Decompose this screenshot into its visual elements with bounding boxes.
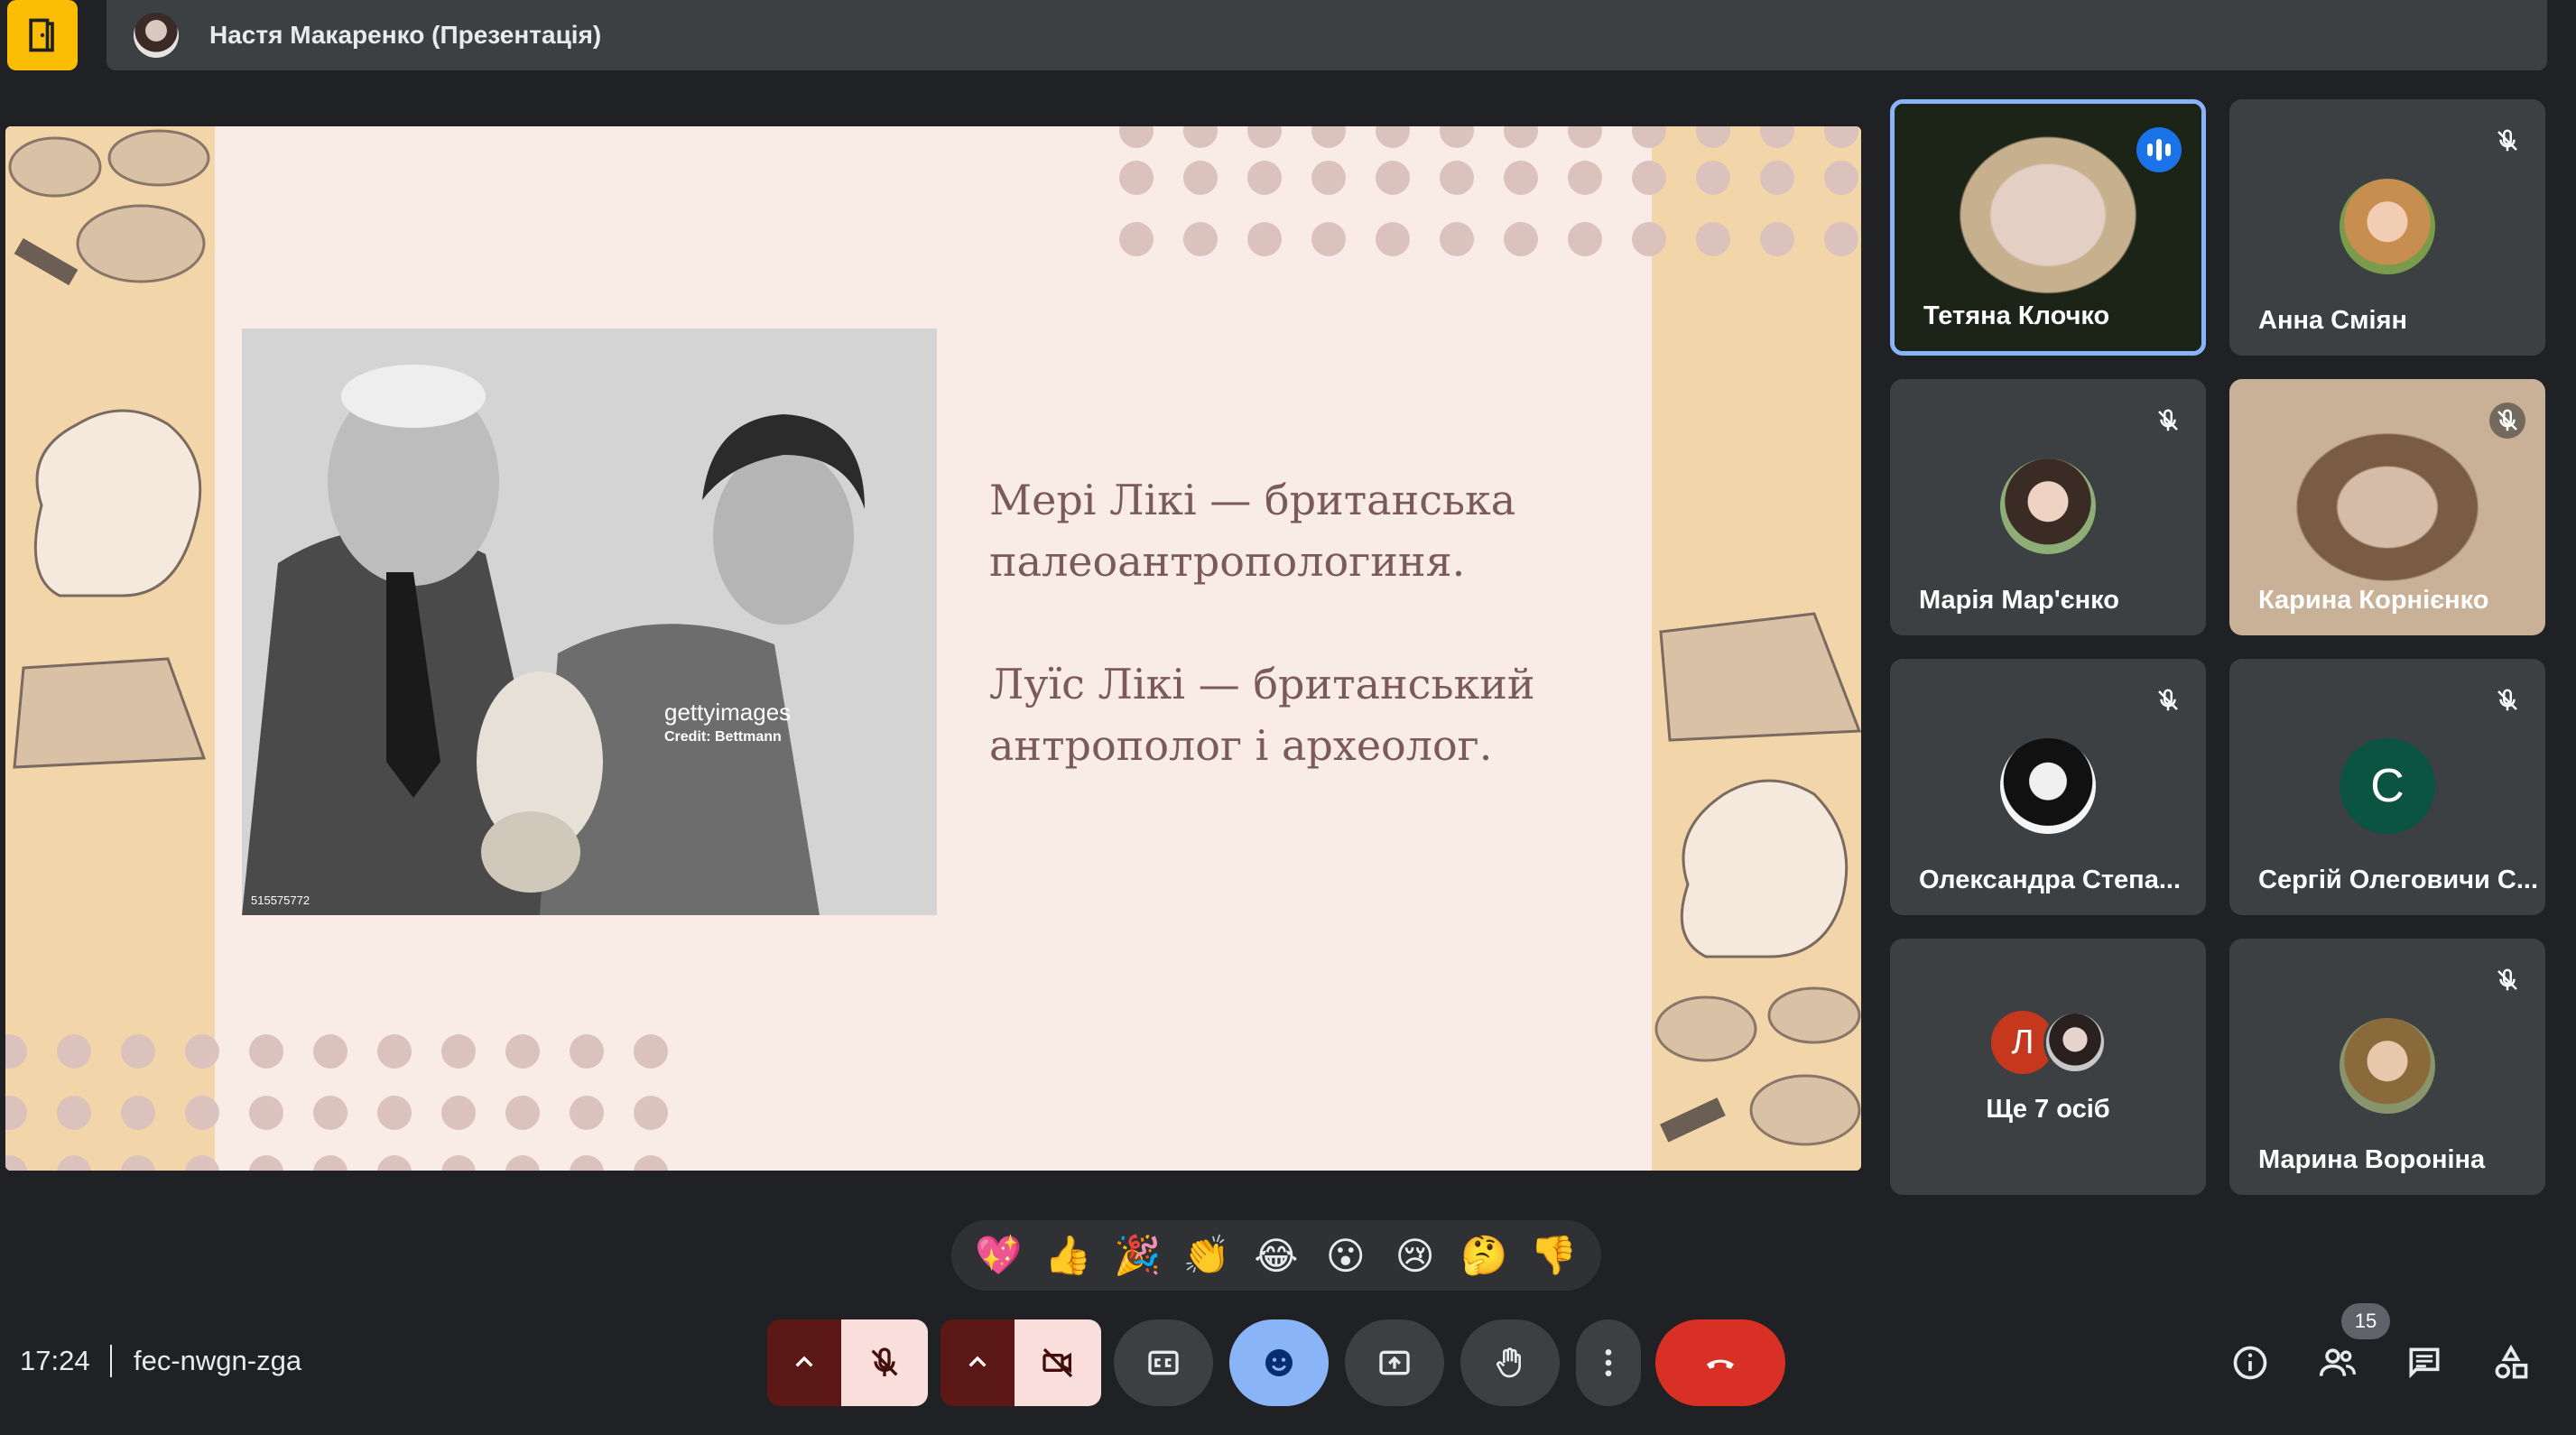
participant-tile[interactable]: Олександра Степа... (1890, 659, 2206, 915)
slide-paragraph: Мері Лікі — британська палеоантропологин… (989, 476, 1516, 586)
reaction-sad-icon[interactable]: 😢 (1384, 1234, 1447, 1278)
mic-off-icon (2489, 962, 2525, 998)
reactions-bar: 💖 👍 🎉 👏 😂 😮 😢 🤔 👎 (951, 1220, 1601, 1291)
chevron-up-icon (968, 1356, 987, 1367)
participant-tile[interactable]: С Сергій Олеговичи С... (2229, 659, 2545, 915)
camera-toggle-button[interactable] (1015, 1319, 1101, 1406)
meeting-time: 17:24 (20, 1345, 90, 1376)
fossil-illustrations-left (8, 129, 210, 769)
participant-name: Ще 7 осіб (1986, 1095, 2110, 1124)
emoji-icon (1265, 1349, 1293, 1376)
door-icon (29, 18, 54, 52)
activities-button[interactable] (2489, 1341, 2533, 1384)
participant-name: Олександра Степа... (1919, 866, 2181, 894)
slide-decor-left (5, 126, 215, 1171)
avatar (2000, 458, 2096, 554)
mic-off-icon (2150, 682, 2186, 718)
meeting-code: fec-nwgn-zga (134, 1345, 302, 1376)
reaction-party-icon[interactable]: 🎉 (1106, 1234, 1169, 1278)
slide-paragraph: Луїс Лікі — британський антрополог і арх… (989, 660, 1535, 770)
raise-hand-button[interactable] (1460, 1319, 1560, 1406)
show-everyone-button[interactable] (2316, 1341, 2359, 1384)
participant-name: Карина Корнієнко (2258, 586, 2489, 615)
participant-tile[interactable]: Анна Сміян (2229, 99, 2545, 356)
people-icon (2319, 1348, 2356, 1376)
meet-logo[interactable] (7, 0, 78, 70)
hand-icon (1496, 1347, 1521, 1378)
reaction-surprised-icon[interactable]: 😮 (1314, 1234, 1377, 1278)
speaking-indicator-icon (2136, 127, 2182, 172)
shared-presentation: gettyimages Credit: Bettmann 515575772 М… (5, 126, 1861, 1171)
participant-tile[interactable]: Марія Мар'єнко (1890, 379, 2206, 635)
more-participants-tile[interactable]: Л Ще 7 осіб (1890, 939, 2206, 1195)
mic-off-icon (2489, 123, 2525, 159)
camera-off-icon (1042, 1347, 1073, 1378)
avatar-initial: Л (2011, 1023, 2034, 1061)
participant-tile[interactable]: Марина Вороніна (2229, 939, 2545, 1195)
reaction-clap-icon[interactable]: 👏 (1175, 1234, 1238, 1278)
participant-name: Тетяна Клочко (1923, 301, 2110, 330)
avatar (134, 13, 179, 58)
mic-control-group (767, 1319, 928, 1406)
avatar (2340, 1018, 2435, 1114)
participant-tile[interactable]: Тетяна Клочко (1890, 99, 2206, 356)
avatar: С (2340, 738, 2435, 834)
chat-icon (2409, 1347, 2440, 1379)
microphone-toggle-button[interactable] (841, 1319, 928, 1406)
mic-off-icon (2489, 682, 2525, 718)
captions-button[interactable] (1114, 1319, 1213, 1406)
presenter-name: Настя Макаренко (Презентація) (209, 21, 602, 49)
participant-name: Анна Сміян (2258, 306, 2408, 335)
info-icon (2233, 1346, 2267, 1380)
reaction-thumbs-down-icon[interactable]: 👎 (1522, 1234, 1585, 1278)
avatar (2000, 738, 2096, 834)
avatar-initial: С (2370, 760, 2405, 812)
closed-captions-icon (1148, 1350, 1179, 1375)
photo-illustration (242, 329, 937, 915)
present-screen-button[interactable] (1345, 1319, 1444, 1406)
slide-photo: gettyimages Credit: Bettmann 515575772 (242, 329, 937, 915)
chevron-up-icon (795, 1356, 813, 1367)
leave-call-button[interactable] (1655, 1319, 1785, 1406)
reaction-heart-icon[interactable]: 💖 (967, 1234, 1030, 1278)
mic-off-icon (871, 1347, 898, 1376)
call-end-icon (1707, 1359, 1734, 1369)
camera-control-group (941, 1319, 1101, 1406)
presenter-bar: Настя Макаренко (Презентація) (107, 0, 2547, 70)
slide-text: Мері Лікі — британська палеоантропологин… (989, 469, 1621, 838)
reaction-thinking-icon[interactable]: 🤔 (1453, 1234, 1516, 1278)
slide-decor-right (1652, 126, 1861, 1171)
participant-name: Сергій Олеговичи С... (2258, 866, 2539, 894)
chat-button[interactable] (2403, 1341, 2446, 1384)
photo-watermark: gettyimages (664, 699, 792, 726)
avatar (2340, 179, 2435, 274)
present-to-all-icon (1379, 1350, 1410, 1375)
fossil-illustrations-right (1654, 612, 1861, 1146)
photo-id: 515575772 (251, 893, 310, 907)
meeting-details-button[interactable] (2229, 1341, 2272, 1384)
photo-credit: Credit: Bettmann (664, 729, 782, 745)
mic-off-icon (2489, 403, 2525, 439)
people-count-badge: 15 (2341, 1303, 2390, 1339)
avatar (2043, 1011, 2107, 1074)
mic-off-icon (2150, 403, 2186, 439)
reaction-thumbs-up-icon[interactable]: 👍 (1036, 1234, 1099, 1278)
send-reaction-button[interactable] (1229, 1319, 1329, 1406)
more-options-button[interactable] (1576, 1319, 1641, 1406)
video-options-button[interactable] (941, 1319, 1015, 1406)
shapes-icon (2495, 1344, 2528, 1379)
divider (110, 1345, 112, 1377)
participant-name: Марина Вороніна (2258, 1145, 2486, 1174)
more-vert-icon (1605, 1349, 1612, 1376)
participant-name: Марія Мар'єнко (1919, 586, 2120, 615)
participant-tile[interactable]: Карина Корнієнко (2229, 379, 2545, 635)
audio-options-button[interactable] (767, 1319, 841, 1406)
reaction-laugh-icon[interactable]: 😂 (1245, 1234, 1308, 1278)
